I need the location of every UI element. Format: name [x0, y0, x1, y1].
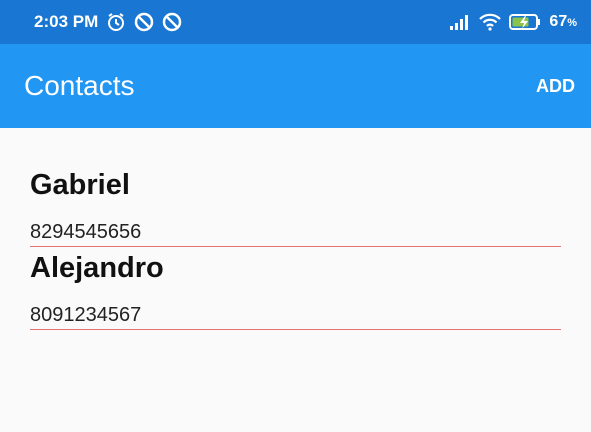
alarm-icon	[106, 12, 126, 32]
contact-name: Alejandro	[30, 252, 164, 284]
contact-item[interactable]: Alejandro 8091234567	[30, 247, 561, 330]
do-not-disturb-icon	[162, 12, 182, 32]
page-title: Contacts	[24, 70, 135, 101]
status-bar: 2:03 PM 67%	[0, 0, 591, 44]
contact-phone: 8294545656	[30, 216, 561, 247]
signal-icon	[449, 14, 471, 30]
contact-name: Gabriel	[30, 169, 130, 201]
contact-list: Gabriel 8294545656 Alejandro 8091234567	[0, 128, 591, 330]
battery-percent: 67%	[549, 13, 577, 30]
status-right: 67%	[449, 13, 577, 31]
add-button[interactable]: ADD	[536, 76, 575, 97]
battery-charging-icon	[509, 13, 541, 31]
wifi-icon	[479, 13, 502, 31]
status-left: 2:03 PM	[34, 12, 182, 32]
do-not-disturb-icon	[134, 12, 154, 32]
status-time: 2:03 PM	[34, 12, 99, 31]
contact-item[interactable]: Gabriel 8294545656	[30, 164, 561, 247]
app-bar: Contacts ADD	[0, 44, 591, 128]
contact-phone: 8091234567	[30, 299, 561, 330]
